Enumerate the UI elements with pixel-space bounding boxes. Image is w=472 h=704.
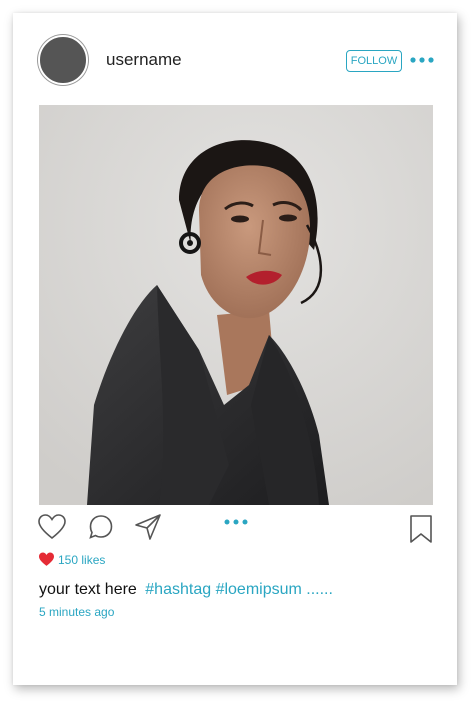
- caption: your text here #hashtag #loemipsum .....…: [39, 581, 333, 599]
- heart-filled-icon: [39, 552, 54, 566]
- caption-hashtags[interactable]: #hashtag #loemipsum ......: [145, 581, 333, 598]
- follow-button[interactable]: FOLLOW: [346, 50, 402, 72]
- comment-bubble-icon[interactable]: [87, 513, 115, 541]
- post-timestamp: 5 minutes ago: [39, 605, 115, 619]
- paper-plane-icon[interactable]: [133, 512, 163, 542]
- action-bar: [13, 511, 457, 551]
- caption-text: your text here: [39, 581, 137, 598]
- post-header: username FOLLOW: [13, 13, 457, 105]
- post-photo[interactable]: [39, 105, 433, 505]
- more-dots-icon[interactable]: [410, 55, 434, 65]
- post-card: username FOLLOW 150 likes your text here…: [13, 13, 457, 685]
- likes-count[interactable]: 150 likes: [58, 553, 105, 567]
- carousel-dots-icon: [224, 519, 248, 525]
- portrait-image: [39, 105, 433, 505]
- heart-outline-icon[interactable]: [37, 513, 67, 541]
- avatar[interactable]: [38, 35, 88, 85]
- bookmark-icon[interactable]: [408, 514, 434, 544]
- username-label[interactable]: username: [106, 50, 182, 70]
